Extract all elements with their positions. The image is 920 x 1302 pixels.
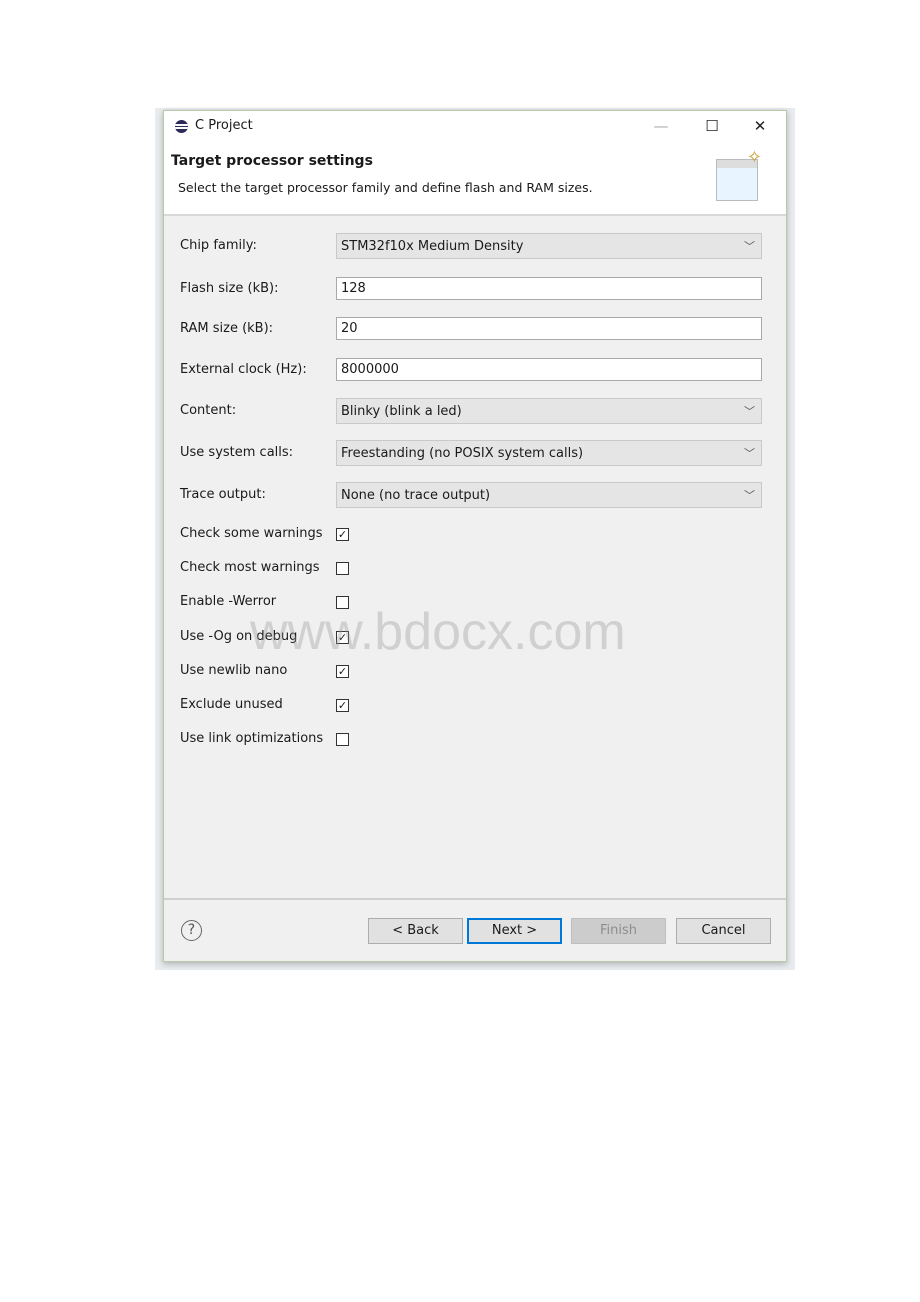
checkbox-label: Use newlib nano [180, 662, 288, 678]
field-value: STM32f10x Medium Density [341, 239, 524, 254]
watermark: www.bdocx.com [250, 603, 626, 661]
checkbox[interactable] [336, 733, 349, 747]
field-label: Flash size (kB): [180, 281, 279, 296]
field-value: 8000000 [341, 362, 399, 377]
field-value: Blinky (blink a led) [341, 404, 462, 419]
minimize-button[interactable]: — [646, 115, 676, 137]
field-value: None (no trace output) [341, 488, 491, 503]
field-value: 20 [341, 321, 358, 336]
dropdown[interactable]: None (no trace output) ﹀ [336, 482, 762, 508]
c-project-dialog: C Project — ☐ ✕ Target processor setting… [163, 110, 787, 962]
checkbox-label: Exclude unused [180, 697, 283, 712]
field-label: Content: [180, 403, 237, 418]
checkbox[interactable]: ✓ [336, 664, 349, 678]
page-title: Target processor settings [171, 153, 373, 169]
checkbox-label: Check most warnings [180, 560, 320, 576]
chevron-down-icon: ﹀ [744, 447, 755, 460]
field-label: Chip family: [180, 238, 257, 253]
field-label: RAM size (kB): [180, 321, 274, 336]
window-title: C Project [195, 118, 253, 133]
field-value: Freestanding (no POSIX system calls) [341, 446, 584, 461]
text-input[interactable]: 20 [336, 317, 762, 340]
back-button[interactable]: < Back [368, 918, 463, 944]
dropdown[interactable]: Blinky (blink a led) ﹀ [336, 398, 762, 424]
next-button[interactable]: Next > [467, 918, 562, 944]
chevron-down-icon: ﹀ [744, 240, 755, 253]
checkbox[interactable] [336, 562, 349, 576]
checkbox[interactable]: ✓ [336, 528, 349, 541]
button-bar: ? < Back Next > Finish Cancel [164, 898, 786, 963]
field-label: Use system calls: [180, 445, 294, 460]
finish-button: Finish [571, 918, 666, 944]
close-button[interactable]: ✕ [745, 115, 775, 137]
maximize-button[interactable]: ☐ [697, 115, 727, 137]
dropdown[interactable]: STM32f10x Medium Density ﹀ [336, 233, 762, 259]
dropdown[interactable]: Freestanding (no POSIX system calls) ﹀ [336, 440, 762, 466]
text-input[interactable]: 8000000 [336, 358, 762, 381]
cancel-button[interactable]: Cancel [676, 918, 771, 944]
checkbox[interactable]: ✓ [336, 699, 349, 712]
checkbox-label: Use link optimizations [180, 731, 324, 747]
eclipse-icon [175, 120, 188, 133]
field-label: External clock (Hz): [180, 362, 307, 377]
title-bar: C Project — ☐ ✕ [164, 111, 786, 141]
chevron-down-icon: ﹀ [744, 405, 755, 418]
field-value: 128 [341, 281, 366, 296]
wizard-header: Target processor settings Select the tar… [164, 141, 786, 216]
page-description: Select the target processor family and d… [178, 180, 593, 195]
chevron-down-icon: ﹀ [744, 489, 755, 502]
help-icon[interactable]: ? [181, 920, 202, 941]
field-label: Trace output: [180, 487, 266, 502]
text-input[interactable]: 128 [336, 277, 762, 300]
sparkle-icon: ✧ [746, 147, 762, 168]
checkbox-label: Check some warnings [180, 526, 323, 541]
